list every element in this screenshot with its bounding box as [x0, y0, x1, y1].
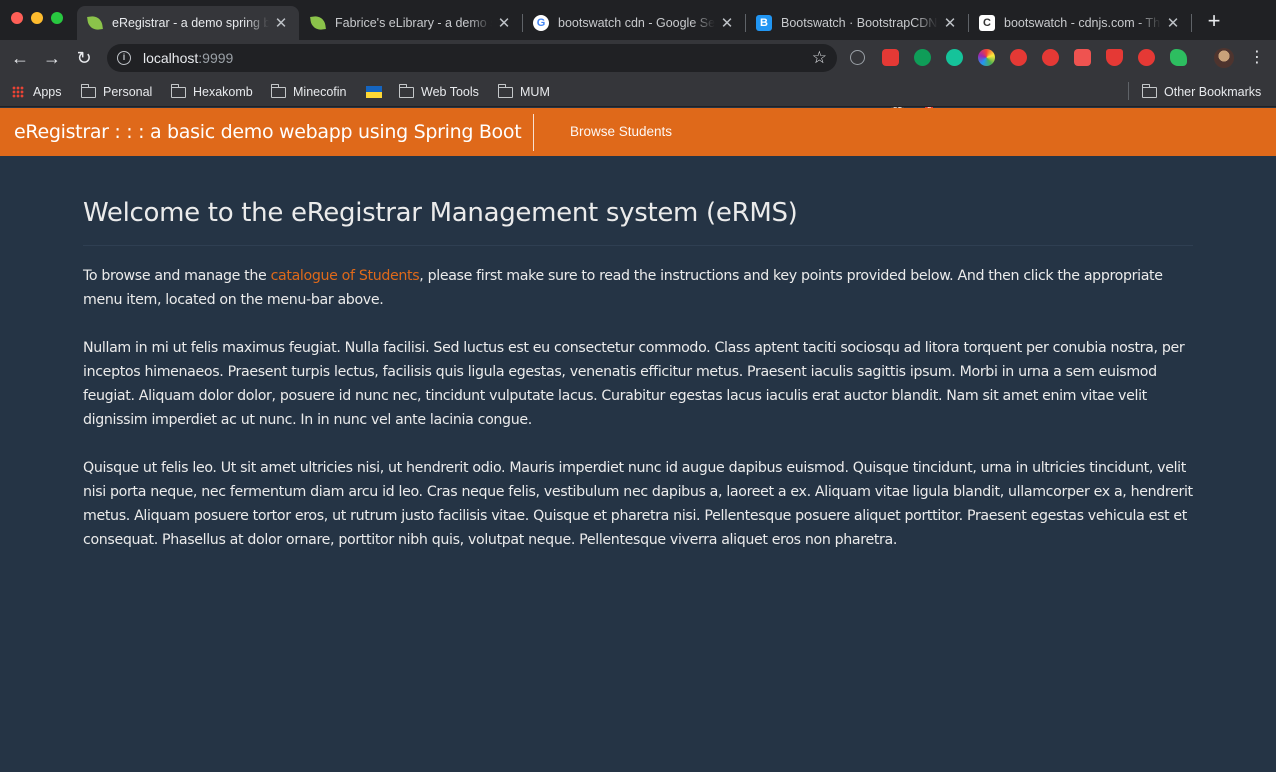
bookmark-label: Personal — [103, 85, 153, 99]
main-content: Welcome to the eRegistrar Management sys… — [83, 196, 1193, 552]
sync-extension-icon[interactable] — [850, 50, 865, 65]
block-extension-icon[interactable] — [1138, 49, 1155, 66]
shield-icon[interactable] — [1106, 49, 1123, 66]
nav-link-browse-students[interactable]: Browse Students — [570, 124, 672, 139]
tab-title: bootswatch - cdnjs.com - The — [1004, 16, 1161, 30]
bookmark-label: MUM — [520, 85, 550, 99]
bookmark-label: Apps — [33, 85, 62, 99]
stop-extension-icon[interactable] — [1010, 49, 1027, 66]
new-tab-button[interactable]: + — [1203, 9, 1225, 33]
reload-icon[interactable]: ↻ — [72, 46, 96, 70]
address-port: :9999 — [198, 50, 234, 66]
flag-icon — [366, 86, 382, 98]
grammar-extension-icon[interactable] — [914, 49, 931, 66]
intro-text-before: To browse and manage the — [83, 268, 271, 284]
bookmark-label: Minecofin — [293, 85, 347, 99]
close-window-button[interactable] — [11, 12, 23, 24]
google-icon: G — [533, 15, 549, 31]
bookmark-star-icon[interactable]: ☆ — [812, 48, 827, 68]
bookmark-hexakomb[interactable]: Hexakomb — [170, 82, 253, 102]
page-viewport: eRegistrar : : : a basic demo webapp usi… — [0, 108, 1276, 772]
tab-cdnjs[interactable]: C bootswatch - cdnjs.com - The ✕ — [969, 6, 1191, 40]
other-bookmarks[interactable]: Other Bookmarks — [1141, 82, 1262, 102]
bookmark-label: Hexakomb — [193, 85, 253, 99]
heading-divider — [83, 245, 1193, 246]
app-navbar: eRegistrar : : : a basic demo webapp usi… — [0, 108, 1276, 156]
tab-google-search[interactable]: G bootswatch cdn - Google Search ✕ — [523, 6, 745, 40]
folder-icon — [1141, 83, 1157, 98]
info-icon[interactable]: i — [117, 51, 131, 65]
fullscreen-window-button[interactable] — [51, 12, 63, 24]
cdnjs-icon: C — [979, 15, 995, 31]
folder-icon — [170, 83, 186, 98]
folder-icon — [270, 83, 286, 98]
body-paragraph-1: Nullam in mi ut felis maximus feugiat. N… — [83, 340, 1185, 428]
spring-leaf-icon — [310, 15, 326, 31]
other-bookmarks-label: Other Bookmarks — [1164, 85, 1262, 99]
navbar-divider — [533, 114, 534, 151]
grammarly-icon[interactable] — [946, 49, 963, 66]
back-arrow-icon[interactable]: ← — [8, 46, 32, 70]
apps-grid-icon — [12, 86, 24, 98]
spring-leaf-icon — [87, 15, 103, 31]
bookmark-label: Web Tools — [421, 85, 479, 99]
close-tab-icon[interactable]: ✕ — [1165, 14, 1181, 32]
close-tab-icon[interactable]: ✕ — [273, 14, 289, 32]
adblock-icon[interactable] — [1042, 49, 1059, 66]
tab-separator — [1191, 14, 1192, 32]
bookmark-personal[interactable]: Personal — [80, 82, 153, 102]
color-picker-icon[interactable] — [978, 49, 995, 66]
tab-title: eRegistrar - a demo spring boot — [112, 16, 269, 30]
bookmarks-bar: Apps Personal Hexakomb Minecofin Web Too… — [0, 76, 1276, 107]
tab-title: Fabrice's eLibrary - a demo spring — [335, 16, 492, 30]
folder-icon — [80, 83, 96, 98]
tab-bootstrapcdn[interactable]: B Bootswatch · BootstrapCDN ✕ — [746, 6, 968, 40]
tab-title: bootswatch cdn - Google Search — [558, 16, 715, 30]
bookmark-minecofin[interactable]: Minecofin — [270, 82, 347, 102]
folder-icon — [497, 83, 513, 98]
bookmark-mum[interactable]: MUM — [497, 82, 550, 102]
tab-elibrary[interactable]: Fabrice's eLibrary - a demo spring ✕ — [300, 6, 522, 40]
body-paragraph-2: Quisque ut felis leo. Ut sit amet ultric… — [83, 460, 1193, 548]
bookmark-apps[interactable]: Apps — [12, 82, 62, 102]
close-tab-icon[interactable]: ✕ — [496, 14, 512, 32]
close-tab-icon[interactable]: ✕ — [942, 14, 958, 32]
bootstrapcdn-icon: B — [756, 15, 772, 31]
tab-title: Bootswatch · BootstrapCDN — [781, 16, 938, 30]
menu-kebab-icon[interactable]: ⋮ — [1245, 46, 1269, 70]
profile-avatar[interactable] — [1214, 48, 1234, 68]
browser-toolbar: ← → ↻ i localhost:9999 ☆ 51 8 ⋮ — [0, 40, 1276, 111]
bookmark-web-tools[interactable]: Web Tools — [398, 82, 479, 102]
address-host: localhost — [143, 50, 199, 66]
page-title: Welcome to the eRegistrar Management sys… — [83, 198, 798, 228]
intro-paragraph: To browse and manage the catalogue of St… — [83, 264, 1193, 312]
tab-eregistrar[interactable]: eRegistrar - a demo spring boot ✕ — [77, 6, 299, 40]
address-bar[interactable]: i localhost:9999 ☆ — [107, 44, 837, 72]
minimize-window-button[interactable] — [31, 12, 43, 24]
pocket-icon[interactable] — [1074, 49, 1091, 66]
tab-strip: eRegistrar - a demo spring boot ✕ Fabric… — [0, 0, 1276, 40]
folder-icon — [398, 83, 414, 98]
catalogue-link[interactable]: catalogue of Students — [271, 268, 420, 284]
evernote-icon[interactable] — [1170, 49, 1187, 66]
bookmarks-separator — [1128, 82, 1129, 100]
calendar-extension-icon[interactable] — [882, 49, 899, 66]
forward-arrow-icon[interactable]: → — [40, 46, 64, 70]
bookmark-flag[interactable] — [366, 82, 382, 102]
navbar-brand[interactable]: eRegistrar : : : a basic demo webapp usi… — [14, 121, 522, 143]
close-tab-icon[interactable]: ✕ — [719, 14, 735, 32]
